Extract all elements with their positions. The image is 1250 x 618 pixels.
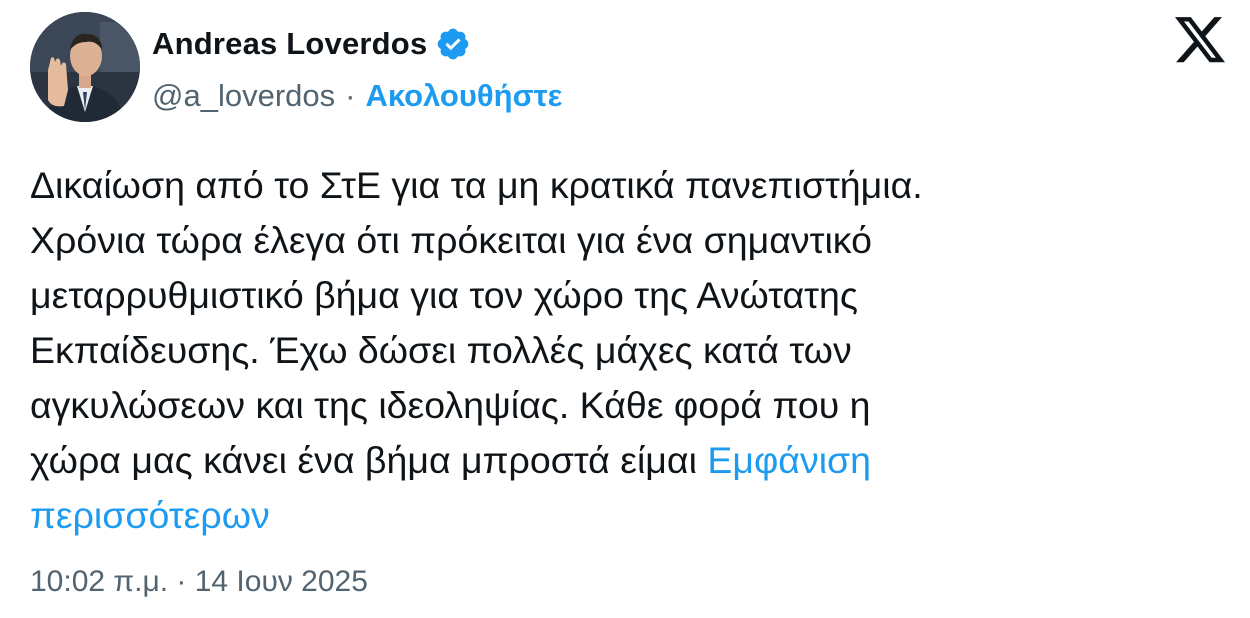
tweet-timestamp[interactable]: 10:02 π.μ. · 14 Ιουν 2025 <box>30 562 368 602</box>
author-display-name[interactable]: Andreas Loverdos <box>152 26 427 62</box>
author-name-row: Andreas Loverdos <box>152 22 471 66</box>
tweet-text-line: αγκυλώσεων και της ιδεοληψίας. Κάθε φορά… <box>30 384 871 426</box>
author-handle[interactable]: @a_loverdos <box>152 78 335 114</box>
verified-badge-icon <box>435 26 471 62</box>
follow-button[interactable]: Ακολουθήστε <box>365 78 562 114</box>
x-logo-icon[interactable] <box>1175 17 1225 63</box>
tweet-text-fragment: χώρα μας κάνει ένα βήμα μπροστά είμαι <box>30 439 708 481</box>
avatar[interactable] <box>30 12 140 122</box>
tweet-text-line-last: χώρα μας κάνει ένα βήμα μπροστά είμαι Εμ… <box>30 433 1220 488</box>
tweet-text-line: μεταρρυθμιστικό βήμα για τον χώρο της Αν… <box>30 274 858 316</box>
tweet-text: Δικαίωση από το ΣτΕ για τα μη κρατικά πα… <box>30 158 1220 543</box>
author-handle-row: @a_loverdos · Ακολουθήστε <box>152 76 562 116</box>
tweet-text-line: περισσότερων <box>30 488 1220 543</box>
tweet-text-line: Δικαίωση από το ΣτΕ για τα μη κρατικά πα… <box>30 164 923 206</box>
tweet-text-line: Χρόνια τώρα έλεγα ότι πρόκειται για ένα … <box>30 219 872 261</box>
separator-dot: · <box>345 78 356 113</box>
tweet-text-line: Εκπαίδευσης. Έχω δώσει πολλές μάχες κατά… <box>30 329 852 371</box>
tweet-card: Andreas Loverdos @a_loverdos · Ακολουθήσ… <box>0 0 1250 618</box>
show-more-link[interactable]: Εμφάνιση <box>707 439 871 481</box>
avatar-photo <box>30 12 140 122</box>
show-more-link-cont[interactable]: περισσότερων <box>30 494 270 536</box>
